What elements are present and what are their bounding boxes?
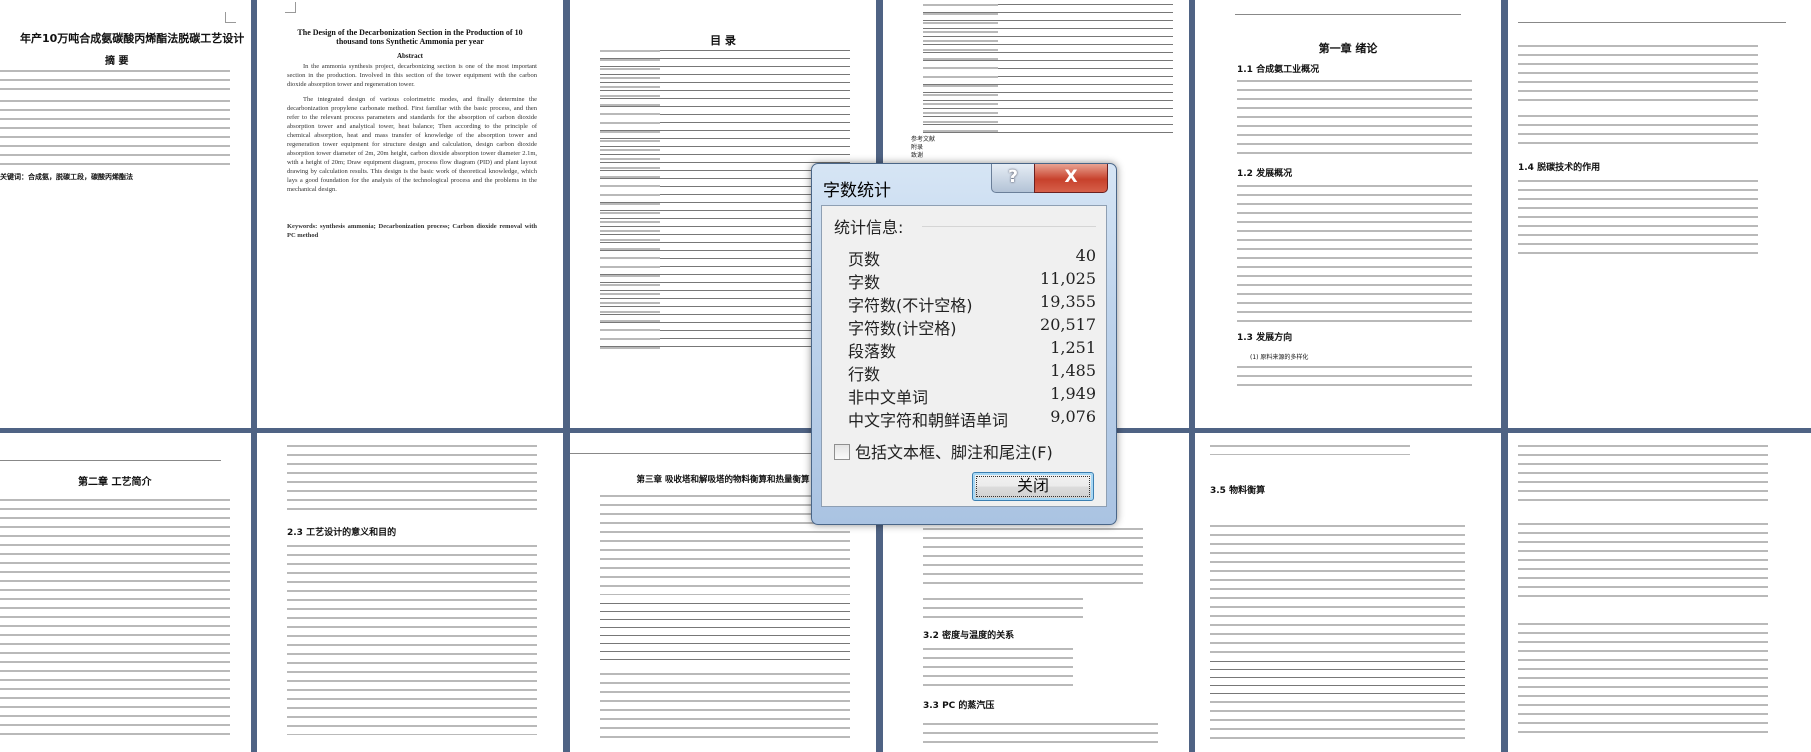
body-text	[1518, 623, 1768, 733]
help-button[interactable]: ?	[991, 164, 1035, 193]
body-text	[1237, 80, 1472, 160]
list-item: (1) 原料来源的多样化	[1250, 354, 1309, 361]
formula-text	[923, 598, 1083, 618]
stat-value: 1,251	[1050, 338, 1096, 357]
stat-value: 9,076	[1050, 407, 1096, 426]
header-line	[0, 460, 221, 461]
section-heading: 1.2 发展概况	[1237, 169, 1293, 179]
chapter-title: 第一章 绪论	[1318, 42, 1378, 55]
body-text	[1210, 525, 1465, 655]
abstract-text	[0, 70, 230, 90]
toc-labels	[923, 4, 998, 134]
page-abstract-cn: 年产10万吨合成氨碳酸丙烯酯法脱碳工艺设计 摘 要 关键词：合成氨，脱碳工段，碳…	[0, 0, 251, 428]
stat-label: 中文字符和朝鲜语单词	[848, 411, 1009, 430]
body-text	[1518, 115, 1758, 145]
thesis-title: 年产10万吨合成氨碳酸丙烯酯法脱碳工艺设计	[20, 32, 245, 45]
stat-value: 19,355	[1040, 292, 1096, 311]
stat-value: 20,517	[1040, 315, 1096, 334]
stat-row-non-asian-words: 非中文单词 1,949	[848, 384, 1096, 407]
data-table	[600, 603, 850, 663]
body-text	[287, 545, 537, 735]
divider	[922, 226, 1096, 227]
stat-value: 1,949	[1050, 384, 1096, 403]
page-abstract-en: The Design of the Decarbonization Sectio…	[257, 0, 563, 428]
body-text	[1518, 45, 1758, 105]
page-section-3-5: 3.5 物料衡算	[1195, 433, 1501, 752]
body-text	[600, 673, 850, 743]
body-text	[1210, 701, 1465, 746]
data-table	[1210, 661, 1465, 695]
toc-item-references[interactable]: 参考文献	[911, 136, 935, 144]
keywords: 关键词：合成氨，脱碳工段，碳酸丙烯酯法	[0, 173, 133, 181]
word-count-dialog: 字数统计 ? X 统计信息: 页数 40 字数 11,025 字符数(不计空格) 19…	[811, 163, 1117, 525]
section-heading: 3.2 密度与温度的关系	[923, 631, 1015, 641]
body-text	[923, 723, 1158, 743]
section-heading: 3.5 物料衡算	[1210, 486, 1266, 496]
section-heading: 1.1 合成氨工业概况	[1237, 65, 1320, 75]
abstract-en-title: The Design of the Decarbonization Sectio…	[297, 28, 523, 46]
stat-row-pages: 页数 40	[848, 246, 1096, 269]
page-section-2-3: 2.3 工艺设计的意义和目的	[257, 433, 563, 752]
toc-item-appendix[interactable]: 附录	[911, 144, 935, 152]
close-button[interactable]: 关闭	[972, 472, 1094, 501]
body-text	[1237, 185, 1472, 325]
toc-item-acknowledgement[interactable]: 致谢	[911, 152, 935, 160]
stat-label: 非中文单词	[848, 388, 929, 407]
body-text	[1237, 366, 1472, 386]
abstract-text	[0, 100, 230, 165]
stat-value: 1,485	[1050, 361, 1096, 380]
dialog-panel: 统计信息: 页数 40 字数 11,025 字符数(不计空格) 19,355 字符数(…	[821, 205, 1107, 507]
stat-label: 段落数	[848, 342, 897, 361]
stat-row-words: 字数 11,025	[848, 269, 1096, 292]
stat-row-asian-chars: 中文字符和朝鲜语单词 9,076	[848, 407, 1096, 430]
close-icon[interactable]: X	[1034, 164, 1108, 193]
body-text	[287, 445, 537, 515]
stat-label: 字符数(不计空格)	[848, 296, 973, 315]
body-text	[1518, 445, 1768, 505]
page-chapter-1-continued: 1.4 脱碳技术的作用	[1508, 0, 1811, 428]
stat-row-paragraphs: 段落数 1,251	[848, 338, 1096, 361]
page-chapter-1: 第一章 绪论 1.1 合成氨工业概况 1.2 发展概况 1.3 发展方向 (1)…	[1195, 0, 1501, 428]
header-line	[1518, 22, 1786, 23]
stat-row-chars-no-spaces: 字符数(不计空格) 19,355	[848, 292, 1096, 315]
section-heading: 1.3 发展方向	[1237, 333, 1293, 343]
toc-title: 目 录	[710, 34, 736, 47]
section-heading: 3.3 PC 的蒸汽压	[923, 701, 995, 711]
toc-tail: 参考文献 附录 致谢	[911, 136, 935, 160]
section-heading: 1.4 脱碳技术的作用	[1518, 163, 1601, 173]
crop-mark	[285, 2, 296, 13]
header-line	[1235, 14, 1461, 15]
formula-text	[1210, 445, 1410, 455]
toc-labels	[600, 50, 660, 350]
abstract-para-1: In the ammonia synthesis project, decarb…	[287, 63, 537, 88]
include-textboxes-checkbox[interactable]	[834, 444, 850, 460]
section-heading: 2.3 工艺设计的意义和目的	[287, 528, 397, 538]
stat-label: 行数	[848, 365, 881, 384]
abstract-heading: 摘 要	[105, 56, 129, 67]
body-text	[1518, 523, 1768, 603]
statistics-label: 统计信息:	[834, 218, 904, 237]
stat-label: 字数	[848, 273, 881, 292]
body-text	[1518, 180, 1758, 255]
crop-mark	[225, 12, 236, 23]
stat-value: 40	[1075, 246, 1096, 265]
stat-value: 11,025	[1040, 269, 1096, 288]
page-chapter-2: 第二章 工艺简介	[0, 433, 251, 752]
abstract-para-2: The integrated design of various colorim…	[287, 96, 537, 193]
include-textboxes-label[interactable]: 包括文本框、脚注和尾注(F)	[855, 439, 1053, 463]
stat-label: 字符数(计空格)	[848, 319, 957, 338]
stat-row-chars-with-spaces: 字符数(计空格) 20,517	[848, 315, 1096, 338]
abstract-en-heading: Abstract	[396, 52, 424, 60]
stat-row-lines: 行数 1,485	[848, 361, 1096, 384]
body-text	[0, 499, 230, 739]
dialog-title: 字数统计	[823, 181, 891, 201]
formula-text	[923, 528, 1143, 588]
chapter-title: 第二章 工艺简介	[78, 477, 152, 488]
page-section-3-5-continued	[1508, 433, 1811, 752]
abstract-keywords: Keywords: synthesis ammonia; Decarboniza…	[287, 223, 537, 239]
body-text	[923, 648, 1073, 688]
stat-label: 页数	[848, 250, 881, 269]
